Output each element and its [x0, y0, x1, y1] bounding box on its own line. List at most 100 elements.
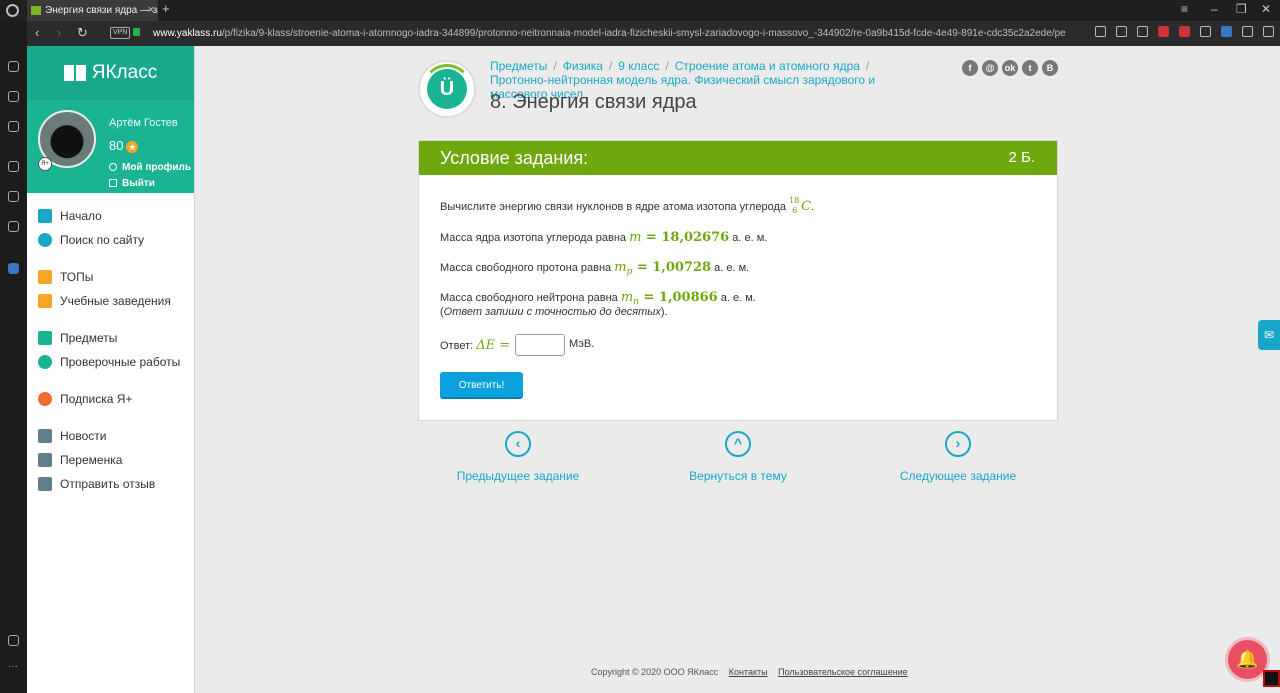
points-value: 80: [109, 138, 124, 153]
menu-item-news[interactable]: Новости: [38, 426, 106, 446]
extension-2-icon[interactable]: [1200, 26, 1211, 37]
browser-tab[interactable]: Энергия связи ядра — за ×: [27, 0, 158, 21]
star-icon: [38, 270, 52, 284]
prev-task-link[interactable]: ‹ Предыдущее задание: [448, 431, 588, 483]
breadcrumb-sep: /: [553, 59, 557, 73]
given-unit: а. е. м.: [732, 232, 768, 244]
settings-icon[interactable]: [8, 221, 19, 232]
notification-bell-icon[interactable]: 🔔: [1228, 640, 1267, 679]
hint-text: Ответ запиши с точностью до десятых: [443, 306, 661, 318]
menu-item-institutions[interactable]: Учебные заведения: [38, 291, 171, 311]
opera-sidebar: ···: [0, 21, 27, 693]
star-icon: ★: [126, 141, 139, 153]
more-icon[interactable]: ···: [8, 661, 19, 672]
new-tab-icon[interactable]: +: [162, 1, 170, 16]
history-icon[interactable]: [8, 161, 19, 172]
gamepad-icon[interactable]: [8, 61, 19, 72]
camera-icon[interactable]: [1095, 26, 1106, 37]
feedback-icon: [38, 477, 52, 491]
menu-item-break[interactable]: Переменка: [38, 450, 122, 470]
menu-item-search[interactable]: Поиск по сайту: [38, 230, 144, 250]
breadcrumb-sep: /: [865, 59, 870, 73]
forward-icon[interactable]: ›: [57, 25, 61, 40]
speed-dial-icon[interactable]: [8, 91, 19, 102]
site-logo[interactable]: ЯКласс: [27, 46, 194, 100]
my-profile-link[interactable]: Мой профиль: [109, 162, 191, 173]
isotope-charge: 6: [792, 206, 798, 215]
lock-icon: [133, 28, 140, 36]
menu-item-home[interactable]: Начало: [38, 206, 102, 226]
arrow-left-icon: ‹: [505, 431, 531, 457]
answer-var: ΔE =: [476, 338, 511, 353]
twitter-icon[interactable]: t: [1022, 60, 1038, 76]
restore-icon[interactable]: ❐: [1236, 2, 1247, 16]
question-text: Вычислите энергию связи нуклонов в ядре …: [440, 201, 786, 213]
task-header: Условие задания: 2 Б.: [419, 141, 1057, 175]
contacts-link[interactable]: Контакты: [729, 667, 768, 677]
sidebar-settings-icon[interactable]: [8, 635, 19, 646]
menu-item-subjects[interactable]: Предметы: [38, 328, 117, 348]
task-given-mass: Масса ядра изотопа углерода равна m = 18…: [440, 230, 767, 245]
breadcrumb-item[interactable]: Строение атома и атомного ядра: [675, 59, 860, 73]
given-var: m: [614, 260, 627, 275]
odnoklassniki-icon[interactable]: ok: [1002, 60, 1018, 76]
next-task-link[interactable]: › Следующее задание: [888, 431, 1028, 483]
given-text: Масса свободного нейтрона равна: [440, 292, 618, 304]
url-host: www.yaklass.ru: [153, 28, 222, 39]
given-value: = 1,00866: [638, 290, 718, 305]
adblock-icon[interactable]: [1158, 26, 1169, 37]
reload-icon[interactable]: ↻: [77, 25, 88, 41]
user-name[interactable]: Артём Гостев: [109, 117, 178, 129]
back-to-topic-link[interactable]: ^ Вернуться в тему: [668, 431, 808, 483]
block-icon[interactable]: [1116, 26, 1127, 37]
box-icon[interactable]: [8, 191, 19, 202]
back-icon[interactable]: ‹: [35, 25, 39, 40]
menu-item-subscription[interactable]: Подписка Я+: [38, 389, 132, 409]
menu-item-feedback[interactable]: Отправить отзыв: [38, 474, 155, 494]
menu-icon[interactable]: [1263, 26, 1274, 37]
magnet-icon: Ü: [427, 69, 467, 109]
download-icon[interactable]: [1242, 26, 1253, 37]
corner-widget-icon[interactable]: [1263, 670, 1280, 687]
mail-ru-icon[interactable]: @: [982, 60, 998, 76]
minimize-icon[interactable]: –: [1211, 2, 1218, 16]
facebook-icon[interactable]: f: [962, 60, 978, 76]
breadcrumb-item[interactable]: Предметы: [490, 59, 547, 73]
terms-link[interactable]: Пользовательское соглашение: [778, 667, 908, 677]
submit-answer-button[interactable]: Ответить!: [440, 372, 523, 399]
books-icon: [38, 331, 52, 345]
task-given-neutron: Масса свободного нейтрона равна mn = 1,0…: [440, 290, 756, 307]
messenger-icon[interactable]: [8, 121, 19, 132]
app-icon[interactable]: [8, 263, 19, 274]
user-icon: [109, 163, 117, 171]
isotope-formula: 18 6: [789, 196, 801, 215]
plus-badge: Я+: [38, 157, 52, 171]
opera-logo-icon[interactable]: [6, 4, 19, 17]
breadcrumb-item[interactable]: Физика: [563, 59, 603, 73]
tabs-menu-icon[interactable]: ≡: [1181, 2, 1188, 16]
menu-label: Подписка Я+: [60, 392, 133, 406]
extension-icon[interactable]: [1179, 26, 1190, 37]
copyright: Copyright © 2020 ООО ЯКласс: [591, 667, 719, 677]
url-field[interactable]: www.yaklass.ru/p/fizika/9-klass/stroenie…: [153, 21, 1066, 46]
answer-label: Ответ:: [440, 340, 474, 352]
topic-badge: Ü: [418, 60, 476, 118]
book-logo-icon: [63, 65, 86, 81]
mail-icon[interactable]: ✉: [1258, 320, 1280, 350]
megaphone-icon: [38, 429, 52, 443]
answer-input[interactable]: [515, 334, 565, 356]
logout-link[interactable]: Выйти: [109, 178, 155, 189]
vk-icon[interactable]: B: [1042, 60, 1058, 76]
breadcrumb-item[interactable]: 9 класс: [618, 59, 659, 73]
menu-item-tops[interactable]: ТОПы: [38, 267, 93, 287]
subscription-icon: [38, 392, 52, 406]
given-text: Масса ядра изотопа углерода равна: [440, 232, 627, 244]
yaklass-favicon-icon: [31, 6, 41, 15]
menu-item-tests[interactable]: Проверочные работы: [38, 352, 180, 372]
heart-icon[interactable]: [1137, 26, 1148, 37]
profile-panel: Я+ Артём Гостев 80 ★ Мой профиль Выйти: [27, 100, 194, 193]
tab-close-icon[interactable]: ×: [148, 0, 154, 21]
vpn-badge[interactable]: VPN: [110, 27, 131, 39]
translate-icon[interactable]: [1221, 26, 1232, 37]
close-window-icon[interactable]: ✕: [1261, 2, 1271, 16]
